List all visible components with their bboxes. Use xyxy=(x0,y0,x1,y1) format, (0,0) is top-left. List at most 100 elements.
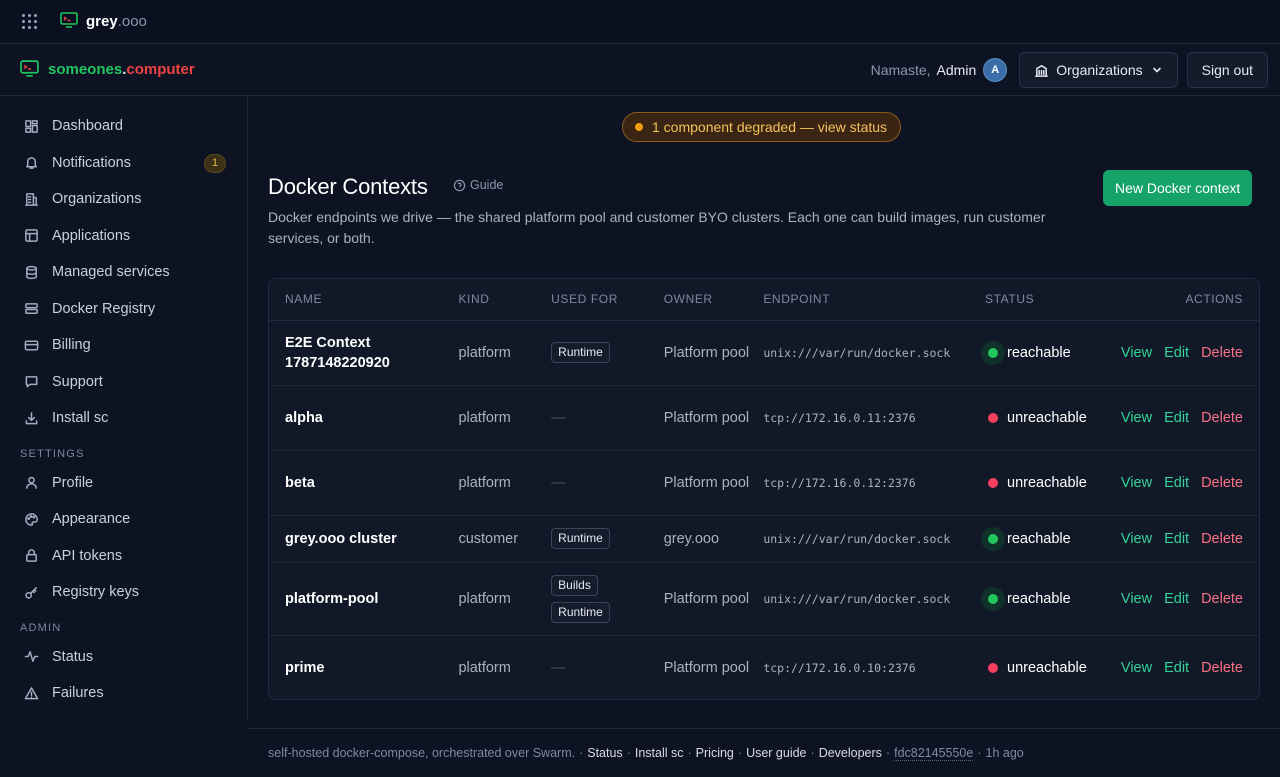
footer-link-install-sc[interactable]: Install sc xyxy=(635,746,684,760)
status-badge: unreachable xyxy=(985,475,1109,491)
row-actions: View Edit Delete xyxy=(1108,450,1259,516)
sidebar-item-notifications[interactable]: Notifications 1 xyxy=(0,145,247,182)
sidebar-item-label: Status xyxy=(52,648,94,665)
top-brand[interactable]: grey .ooo xyxy=(60,12,147,31)
organizations-label: Organizations xyxy=(1056,62,1143,78)
status-label: reachable xyxy=(1007,590,1071,607)
status-label: unreachable xyxy=(1007,409,1087,426)
context-status: unreachable xyxy=(985,450,1109,516)
degraded-status-banner[interactable]: 1 component degraded — view status xyxy=(622,112,902,142)
edit-button[interactable]: Edit xyxy=(1164,410,1189,426)
edit-button[interactable]: Edit xyxy=(1164,660,1189,676)
row-actions: View Edit Delete xyxy=(1109,635,1259,699)
edit-button[interactable]: Edit xyxy=(1164,475,1189,491)
delete-button[interactable]: Delete xyxy=(1201,475,1243,491)
footer-link-pricing[interactable]: Pricing xyxy=(696,746,734,760)
sidebar-item-appearance[interactable]: Appearance xyxy=(0,501,247,538)
activity-icon xyxy=(23,649,39,665)
build-hash[interactable]: fdc82145550e xyxy=(894,746,974,761)
context-endpoint: unix:///var/run/docker.sock xyxy=(763,562,986,636)
delete-button[interactable]: Delete xyxy=(1201,660,1243,676)
building-icon xyxy=(1034,63,1049,78)
context-status: reachable xyxy=(981,515,1109,563)
view-button[interactable]: View xyxy=(1121,591,1152,607)
sidebar-item-label: Managed services xyxy=(52,264,170,281)
view-button[interactable]: View xyxy=(1121,531,1152,547)
footer-link-status[interactable]: Status xyxy=(587,746,622,760)
sidebar-item-status[interactable]: Status xyxy=(0,639,247,676)
table-row: alpha platform — Platform pool tcp://172.16.… xyxy=(269,385,1259,451)
sidebar-item-install-sc[interactable]: Install sc xyxy=(0,400,247,437)
column-header-owner[interactable]: OWNER xyxy=(663,279,764,321)
main-nav: Dashboard Notifications 1 Organizations … xyxy=(0,96,247,712)
view-button[interactable]: View xyxy=(1121,475,1152,491)
view-button[interactable]: View xyxy=(1121,345,1152,361)
sidebar-item-support[interactable]: Support xyxy=(0,364,247,401)
column-header-status[interactable]: STATUS xyxy=(985,279,1109,321)
view-button[interactable]: View xyxy=(1121,660,1152,676)
table-row: prime platform — Platform pool tcp://172.16.… xyxy=(269,635,1259,699)
apps-grid-icon[interactable] xyxy=(22,13,38,30)
status-label: unreachable xyxy=(1007,659,1087,676)
sidebar-item-docker-registry[interactable]: Docker Registry xyxy=(0,291,247,328)
sidebar-item-profile[interactable]: Profile xyxy=(0,465,247,502)
used-for-tag: Runtime xyxy=(551,601,610,623)
used-for-tags: Runtime xyxy=(551,528,664,549)
app-brand[interactable]: someones. computer xyxy=(20,59,195,80)
view-button[interactable]: View xyxy=(1121,410,1152,426)
delete-button[interactable]: Delete xyxy=(1201,531,1243,547)
status-ok-dot xyxy=(981,340,1006,365)
footer-link-user-guide[interactable]: User guide xyxy=(746,746,806,760)
column-header-endpoint[interactable]: ENDPOINT xyxy=(763,279,986,321)
footer-separator: · xyxy=(885,746,891,760)
page-description: Docker endpoints we drive — the shared p… xyxy=(268,209,1046,246)
column-header-kind[interactable]: KIND xyxy=(458,279,552,321)
sidebar-item-label: Notifications xyxy=(52,154,131,171)
edit-button[interactable]: Edit xyxy=(1164,345,1189,361)
context-name: platform-pool xyxy=(269,562,459,636)
sidebar-item-billing[interactable]: Billing xyxy=(0,327,247,364)
sign-out-button[interactable]: Sign out xyxy=(1186,52,1268,88)
sidebar-item-api-tokens[interactable]: API tokens xyxy=(0,538,247,575)
footer-text: self-hosted docker-compose, orchestrated… xyxy=(268,746,576,760)
context-owner: grey.ooo xyxy=(663,515,764,563)
delete-button[interactable]: Delete xyxy=(1201,591,1243,607)
guide-label: Guide xyxy=(470,178,504,192)
column-header-name[interactable]: NAME xyxy=(269,279,459,321)
sidebar-item-registry-keys[interactable]: Registry keys xyxy=(0,574,247,611)
context-endpoint: tcp://172.16.0.12:2376 xyxy=(763,450,986,516)
footer-link-developers[interactable]: Developers xyxy=(819,746,882,760)
avatar[interactable]: A xyxy=(983,58,1008,82)
column-header-actions: ACTIONS xyxy=(1108,279,1259,321)
notification-count-badge: 1 xyxy=(204,153,226,173)
status-badge: reachable xyxy=(981,526,1109,551)
sidebar-item-label: Dashboard xyxy=(52,118,123,135)
sidebar-item-managed-services[interactable]: Managed services xyxy=(0,254,247,291)
status-label: reachable xyxy=(1007,344,1071,361)
context-status: unreachable xyxy=(985,635,1109,699)
header-actions: Namaste, Admin A Organizations Sign out xyxy=(871,52,1268,88)
delete-button[interactable]: Delete xyxy=(1201,345,1243,361)
organizations-dropdown[interactable]: Organizations xyxy=(1019,52,1178,88)
sidebar-item-organizations[interactable]: Organizations xyxy=(0,181,247,218)
user-name: Admin xyxy=(936,62,977,78)
used-for-tag: Builds xyxy=(551,574,598,596)
status-label: unreachable xyxy=(1007,474,1087,491)
edit-button[interactable]: Edit xyxy=(1164,531,1189,547)
context-owner: Platform pool xyxy=(663,385,764,451)
context-kind: platform xyxy=(458,659,511,676)
context-status: reachable xyxy=(981,562,1109,636)
sidebar-item-dashboard[interactable]: Dashboard xyxy=(0,108,247,145)
delete-button[interactable]: Delete xyxy=(1201,410,1243,426)
sidebar-item-failures[interactable]: Failures xyxy=(0,675,247,712)
column-header-used-for[interactable]: USED FOR xyxy=(551,279,664,321)
empty-dash: — xyxy=(551,474,566,491)
status-error-dot xyxy=(988,477,999,488)
guide-link[interactable]: Guide xyxy=(453,178,503,192)
new-docker-context-button[interactable]: New Docker context xyxy=(1103,170,1253,206)
edit-button[interactable]: Edit xyxy=(1164,591,1189,607)
table-row: beta platform — Platform pool tcp://172.16.0… xyxy=(269,450,1259,516)
dashboard-icon xyxy=(23,118,39,134)
sidebar-item-label: API tokens xyxy=(52,547,123,564)
sidebar-item-applications[interactable]: Applications xyxy=(0,218,247,255)
